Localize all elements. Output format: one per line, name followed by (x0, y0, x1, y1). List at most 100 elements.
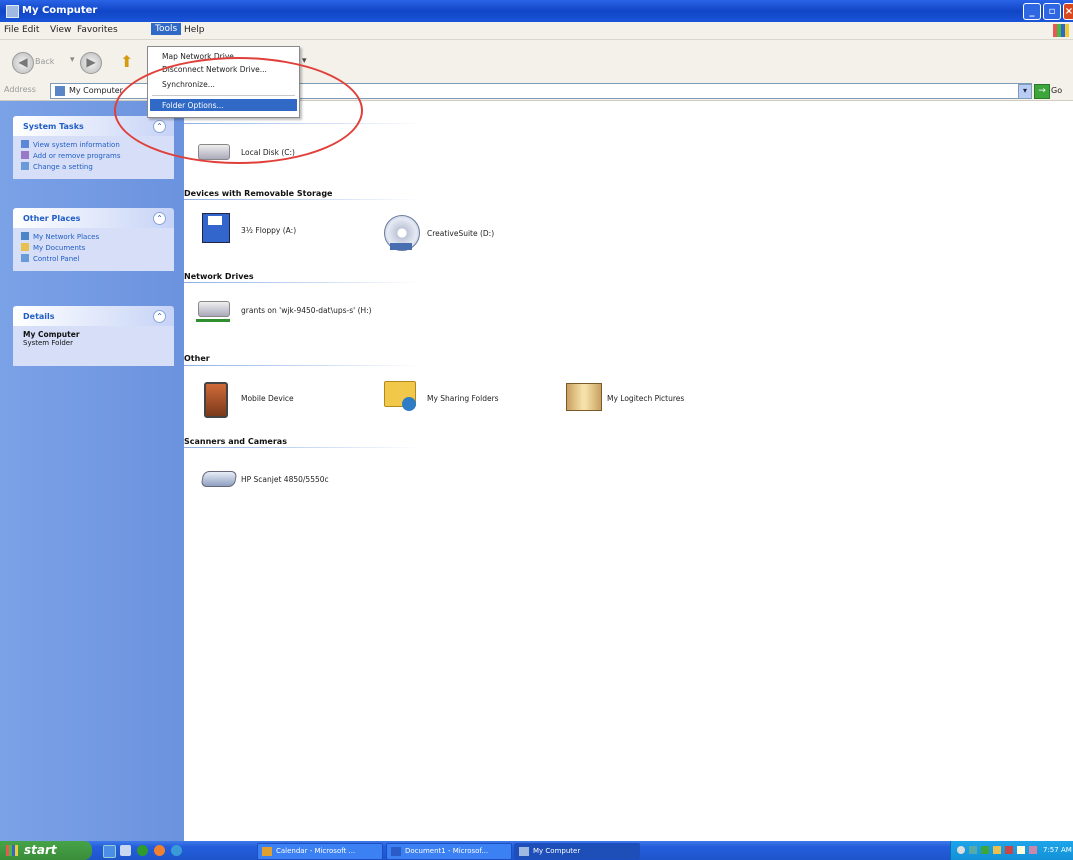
other-places-title: Other Places (23, 214, 81, 223)
place-network-places[interactable]: My Network Places (21, 232, 174, 243)
pictures-icon[interactable] (566, 383, 602, 411)
collapse-icon[interactable]: ⌃ (153, 120, 166, 133)
group-header-network: Network Drives (184, 272, 254, 281)
item-scanner[interactable]: HP Scanjet 4850/5550c (241, 475, 329, 484)
item-mobile-device[interactable]: Mobile Device (241, 394, 294, 403)
ie-quicklaunch-icon[interactable] (103, 845, 116, 858)
drive-floppy[interactable]: 3½ Floppy (A:) (241, 226, 296, 235)
task-my-computer[interactable]: My Computer (514, 843, 640, 860)
network-drive-icon[interactable] (198, 301, 230, 317)
item-logitech-pictures[interactable]: My Logitech Pictures (607, 394, 684, 403)
menu-tools[interactable]: Tools (151, 23, 182, 35)
computer-icon (519, 847, 529, 856)
forward-button[interactable]: ▶ (80, 52, 102, 74)
windows-flag-icon (6, 845, 18, 856)
clock: 7:57 AM (1043, 846, 1072, 854)
task-view-system-info[interactable]: View system information (21, 140, 174, 151)
wireless-tray-icon[interactable] (1029, 846, 1037, 854)
system-tray: 7:57 AM (950, 841, 1073, 860)
close-button[interactable]: × (1063, 3, 1073, 20)
task-document1[interactable]: Document1 - Microsof... (386, 843, 512, 860)
minimize-button[interactable]: _ (1023, 3, 1041, 20)
drive-cd[interactable]: CreativeSuite (D:) (427, 229, 494, 238)
collapse-icon[interactable]: ⌃ (153, 212, 166, 225)
system-tasks-header[interactable]: System Tasks ⌃ (13, 116, 174, 136)
cd-rom-label-icon (390, 243, 412, 250)
tools-menu: Map Network Drive... Disconnect Network … (147, 46, 300, 118)
floppy-icon[interactable] (202, 213, 230, 243)
details-type: System Folder (23, 339, 73, 347)
folder-icon (21, 243, 29, 251)
go-button[interactable]: Go (1051, 86, 1062, 95)
go-arrow-icon[interactable]: → (1034, 84, 1050, 99)
programs-icon (21, 151, 29, 159)
people-icon (402, 397, 416, 411)
group-divider (184, 199, 424, 200)
mobile-device-icon[interactable] (204, 382, 228, 418)
address-dropdown-icon[interactable]: ▾ (1018, 84, 1032, 99)
menu-separator (152, 95, 295, 96)
place-my-documents[interactable]: My Documents (21, 243, 174, 254)
address-label: Address (4, 85, 36, 94)
up-folder-icon[interactable]: ⬆ (120, 52, 136, 71)
task-calendar[interactable]: Calendar - Microsoft ... (257, 843, 383, 860)
back-button[interactable]: ◀ (12, 52, 34, 74)
tray-chevron-icon[interactable] (957, 846, 965, 854)
hard-drive-icon[interactable] (198, 144, 230, 160)
task-change-setting[interactable]: Change a setting (21, 162, 174, 173)
antivirus-tray-icon[interactable] (1005, 846, 1013, 854)
group-header-scanners: Scanners and Cameras (184, 437, 287, 446)
task-pane: System Tasks ⌃ View system information A… (0, 101, 184, 841)
firefox-quicklaunch-icon[interactable] (154, 845, 165, 856)
menu-item-disconnect-network-drive[interactable]: Disconnect Network Drive... (162, 65, 267, 74)
menu-bar: File Edit View Favorites Tools Help (0, 22, 1073, 40)
menu-view[interactable]: View (50, 25, 71, 35)
toolbar-chevron-icon[interactable]: ▾ (302, 56, 307, 66)
scanner-icon[interactable] (200, 471, 238, 487)
other-places-header[interactable]: Other Places ⌃ (13, 208, 174, 228)
network-tray-icon[interactable] (969, 846, 977, 854)
other-places-box: Other Places ⌃ My Network Places My Docu… (13, 208, 174, 271)
menu-file[interactable]: File (4, 25, 19, 35)
word-icon (391, 847, 401, 856)
bluetooth-tray-icon[interactable] (1017, 846, 1025, 854)
group-divider (184, 365, 424, 366)
details-header[interactable]: Details ⌃ (13, 306, 174, 326)
outlook-icon (262, 847, 272, 856)
menu-favorites[interactable]: Favorites (77, 25, 118, 35)
item-sharing-folders[interactable]: My Sharing Folders (427, 394, 499, 403)
details-title: Details (23, 312, 55, 321)
place-control-panel[interactable]: Control Panel (21, 254, 174, 265)
control-panel-icon (21, 162, 29, 170)
system-tasks-box: System Tasks ⌃ View system information A… (13, 116, 174, 179)
volume-tray-icon[interactable] (993, 846, 1001, 854)
start-button[interactable]: start (0, 841, 92, 860)
collapse-icon[interactable]: ⌃ (153, 310, 166, 323)
title-bar: My Computer _ ▫ × (0, 0, 1073, 22)
network-cable-icon (196, 319, 230, 322)
menu-item-folder-options[interactable]: Folder Options... (150, 99, 297, 111)
window-title: My Computer (22, 5, 98, 16)
drive-network-h[interactable]: grants on 'wjk-9450-dat\ups-s' (H:) (241, 306, 381, 315)
details-name: My Computer (23, 330, 80, 339)
menu-help[interactable]: Help (184, 25, 205, 35)
back-dropdown-icon[interactable]: ▾ (70, 55, 75, 65)
messenger-quicklaunch-icon[interactable] (171, 845, 182, 856)
desktop-quicklaunch-icon[interactable] (120, 845, 131, 856)
drive-local-disk[interactable]: Local Disk (C:) (241, 148, 295, 157)
task-add-remove-programs[interactable]: Add or remove programs (21, 151, 174, 162)
computer-icon (6, 5, 19, 18)
windows-logo-icon (1053, 24, 1069, 37)
security-tray-icon[interactable] (981, 846, 989, 854)
file-view: Local Disk (C:) Devices with Removable S… (184, 101, 1073, 841)
maximize-button[interactable]: ▫ (1043, 3, 1061, 20)
computer-icon (55, 86, 65, 96)
media-quicklaunch-icon[interactable] (137, 845, 148, 856)
group-header-removable: Devices with Removable Storage (184, 189, 333, 198)
menu-edit[interactable]: Edit (22, 25, 39, 35)
control-panel-icon (21, 254, 29, 262)
group-divider (184, 282, 424, 283)
menu-item-map-network-drive[interactable]: Map Network Drive... (162, 52, 241, 61)
system-info-icon (21, 140, 29, 148)
menu-item-synchronize[interactable]: Synchronize... (162, 80, 215, 89)
